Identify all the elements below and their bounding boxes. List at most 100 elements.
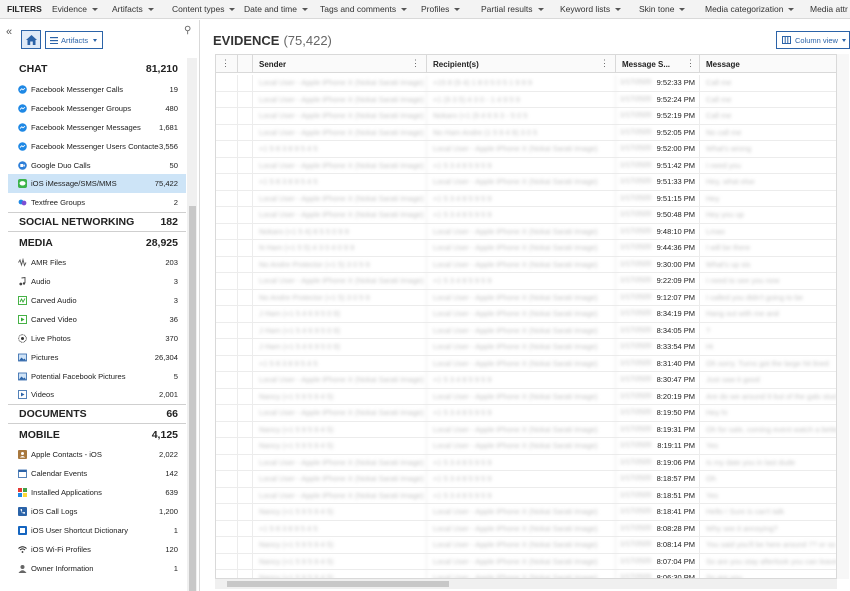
table-row[interactable]: Local User - Apple iPhone X (Nokai Sarat… xyxy=(216,371,836,389)
table-row[interactable]: Local User - Apple iPhone X (Nokai Sarat… xyxy=(216,157,836,174)
column-view-button[interactable]: Column view xyxy=(776,31,850,49)
table-row[interactable]: Nancy (+1 5 9 5 9 4 5) Local User - Apple… xyxy=(216,437,836,455)
artifact-item[interactable]: Installed Applications 639 xyxy=(8,483,186,502)
table-row[interactable]: Local User - Apple iPhone X (Nokai Sarat… xyxy=(216,91,836,108)
filter-evidence[interactable]: Evidence xyxy=(52,4,112,14)
artifact-item[interactable]: Carved Audio 3 xyxy=(8,291,186,310)
row-select-cell xyxy=(238,91,253,108)
artifact-item[interactable]: AMR Files 203 xyxy=(8,253,186,272)
artifact-item[interactable]: iOS Wi-Fi Profiles 120 xyxy=(8,540,186,559)
table-row[interactable]: +1 5 8 3 8 9 5 4 5 Local User - Apple iPh… xyxy=(216,140,836,158)
message-cell: Hang out with me and xyxy=(706,309,779,319)
artifact-item[interactable]: iOS iMessage/SMS/MMS 75,422 xyxy=(8,174,186,194)
sort-icon[interactable]: ⋮ xyxy=(686,58,695,69)
table-row[interactable]: Nancy (+1 5 9 5 9 4 5) Local User - Apple… xyxy=(216,553,836,570)
filter-media-categorization[interactable]: Media categorization xyxy=(705,4,810,14)
table-row[interactable]: Nancy (+1 5 9 5 9 4 5) Local User - Apple… xyxy=(216,421,836,438)
table-row[interactable]: Local User - Apple iPhone X (Nokai Sarat… xyxy=(216,190,836,207)
artifact-item[interactable]: Facebook Messenger Messages 1,681 xyxy=(8,118,186,137)
table-row[interactable]: Local User - Apple iPhone X (Nokai Sarat… xyxy=(216,124,836,141)
pin-icon[interactable]: ⚲ xyxy=(184,25,191,36)
table-row[interactable]: Local User - Apple iPhone X (Nokai Sarat… xyxy=(216,454,836,471)
table-row[interactable]: Local User - Apple iPhone X (Nokai Sarat… xyxy=(216,487,836,504)
horizontal-scrollbar[interactable] xyxy=(215,579,837,589)
artifact-item[interactable]: iOS User Shortcut Dictionary 1 xyxy=(8,521,186,540)
filter-partial-results[interactable]: Partial results xyxy=(481,4,560,14)
message-cell: Yes xyxy=(706,441,719,451)
home-button[interactable] xyxy=(21,30,41,49)
table-row[interactable]: Local User - Apple iPhone X (Nokai Sarat… xyxy=(216,74,836,92)
left-scrollbar[interactable] xyxy=(187,58,197,591)
table-row[interactable]: J Ham (+1 5 4 6 9 5 0 9) Local User - App… xyxy=(216,338,836,356)
column-menu-icon[interactable]: ⋮ xyxy=(221,58,230,69)
artifact-item[interactable]: Audio 3 xyxy=(8,272,186,291)
horizontal-scrollbar-thumb[interactable] xyxy=(227,581,449,587)
message-time: 8:19:31 PM xyxy=(656,424,695,434)
filter-profiles[interactable]: Profiles xyxy=(421,4,481,14)
artifact-item[interactable]: Videos 2,001 xyxy=(8,385,186,404)
artifacts-dropdown[interactable]: Artifacts xyxy=(45,31,103,49)
table-row[interactable]: Local User - Apple iPhone X (Nokai Sarat… xyxy=(216,470,836,488)
artifact-item[interactable]: iOS Call Logs 1,200 xyxy=(8,502,186,521)
column-menu-icon[interactable]: ⋮ xyxy=(600,58,609,69)
column-header-message-sent[interactable]: Message S... ⋮ xyxy=(616,55,700,73)
carved-audio-icon xyxy=(18,296,27,305)
category-header-chat[interactable]: CHAT 81,210 xyxy=(8,58,186,80)
filter-date-and-time[interactable]: Date and time xyxy=(244,4,320,14)
table-row[interactable]: +1 5 8 3 8 9 5 4 5 Local User - Apple iPh… xyxy=(216,520,836,537)
artifact-item[interactable]: Apple Contacts - iOS 2,022 xyxy=(8,445,186,464)
table-row[interactable]: Nancy (+1 5 9 5 9 4 5) Local User - Apple… xyxy=(216,536,836,554)
message-time: 9:50:48 PM xyxy=(656,210,695,220)
category-header-mobile[interactable]: MOBILE 4,125 xyxy=(8,423,186,445)
category-header-media[interactable]: MEDIA 28,925 xyxy=(8,231,186,253)
table-scrollbar[interactable] xyxy=(837,54,849,579)
artifact-item[interactable]: Calendar Events 142 xyxy=(8,464,186,483)
table-row[interactable]: J Ham (+1 5 4 6 9 5 0 9) Local User - App… xyxy=(216,305,836,323)
table-row[interactable]: No Andre Protector (+1 5) 3 0 5 9 Local U… xyxy=(216,256,836,273)
filter-media-attr[interactable]: Media attr xyxy=(810,4,850,14)
column-menu-icon[interactable]: ⋮ xyxy=(411,58,420,69)
left-scrollbar-thumb[interactable] xyxy=(189,206,196,591)
table-row[interactable]: Nancy (+1 5 9 5 9 4 5) Local User - Apple… xyxy=(216,569,836,578)
table-row[interactable]: Local User - Apple iPhone X (Nokai Sarat… xyxy=(216,107,836,125)
column-header-recipients[interactable]: Recipient(s) ⋮ xyxy=(427,55,616,73)
filter-keyword-lists[interactable]: Keyword lists xyxy=(560,4,639,14)
artifact-item[interactable]: Facebook Messenger Users Contacted 3,556 xyxy=(8,137,186,156)
table-row[interactable]: N Ham (+1 5 5) 4 3 0 4 0 9 9 Local User -… xyxy=(216,239,836,257)
category-header-documents[interactable]: DOCUMENTS 66 xyxy=(8,404,186,423)
artifact-item[interactable]: Carved Video 36 xyxy=(8,310,186,329)
filter-skin-tone[interactable]: Skin tone xyxy=(639,4,705,14)
artifact-item[interactable]: Google Duo Calls 50 xyxy=(8,156,186,175)
table-row[interactable]: J Ham (+1 5 4 6 9 5 0 9) Local User - App… xyxy=(216,322,836,339)
collapse-panel-icon[interactable]: « xyxy=(6,26,12,38)
recipient-cell: Local User - Apple iPhone X (Nokai Sarat… xyxy=(427,173,616,190)
table-row[interactable]: No Andre Protector (+1 5) 3 0 5 9 Local U… xyxy=(216,289,836,306)
artifact-item[interactable]: Live Photos 370 xyxy=(8,329,186,348)
column-header-message[interactable]: Message xyxy=(700,55,836,73)
table-row[interactable]: Local User - Apple iPhone X (Nokai Sarat… xyxy=(216,206,836,224)
carved-video-icon xyxy=(18,314,27,324)
category-header-social-networking[interactable]: SOCIAL NETWORKING 182 xyxy=(8,212,186,231)
artifact-item[interactable]: Facebook Messenger Calls 19 xyxy=(8,80,186,99)
table-row[interactable]: Local User - Apple iPhone X (Nokai Sarat… xyxy=(216,404,836,422)
filter-artifacts[interactable]: Artifacts xyxy=(112,4,172,14)
column-header-sender[interactable]: Sender ⋮ xyxy=(253,55,427,73)
row-select-cell xyxy=(238,536,253,553)
artifact-item[interactable]: Pictures 26,304 xyxy=(8,348,186,367)
artifact-item[interactable]: Owner Information 1 xyxy=(8,559,186,578)
select-header[interactable] xyxy=(238,55,253,73)
artifact-item[interactable]: Potential Facebook Pictures 5 xyxy=(8,367,186,386)
table-row[interactable]: Nancy (+1 5 9 5 9 4 5) Local User - Apple… xyxy=(216,388,836,405)
filter-content-types[interactable]: Content types xyxy=(172,4,244,14)
message-cell: Hey you up xyxy=(706,210,744,220)
table-row[interactable]: +1 5 8 3 8 9 5 4 5 Local User - Apple iPh… xyxy=(216,173,836,191)
artifact-item[interactable]: Textfree Groups 2 xyxy=(8,193,186,212)
row-menu-header[interactable]: ⋮ xyxy=(216,55,238,73)
table-row[interactable]: Nokaro (+1 5 4) 8 5 5 0 9 9 Local User - … xyxy=(216,223,836,240)
filter-tags-and-comments[interactable]: Tags and comments xyxy=(320,4,421,14)
artifact-item[interactable]: Facebook Messenger Groups 480 xyxy=(8,99,186,118)
message-cell: Hi xyxy=(706,342,714,352)
table-row[interactable]: Local User - Apple iPhone X (Nokai Sarat… xyxy=(216,272,836,290)
table-row[interactable]: Nancy (+1 5 9 5 9 4 5) Local User - Apple… xyxy=(216,503,836,521)
table-row[interactable]: +1 5 8 3 8 9 5 4 5 Local User - Apple iPh… xyxy=(216,355,836,372)
